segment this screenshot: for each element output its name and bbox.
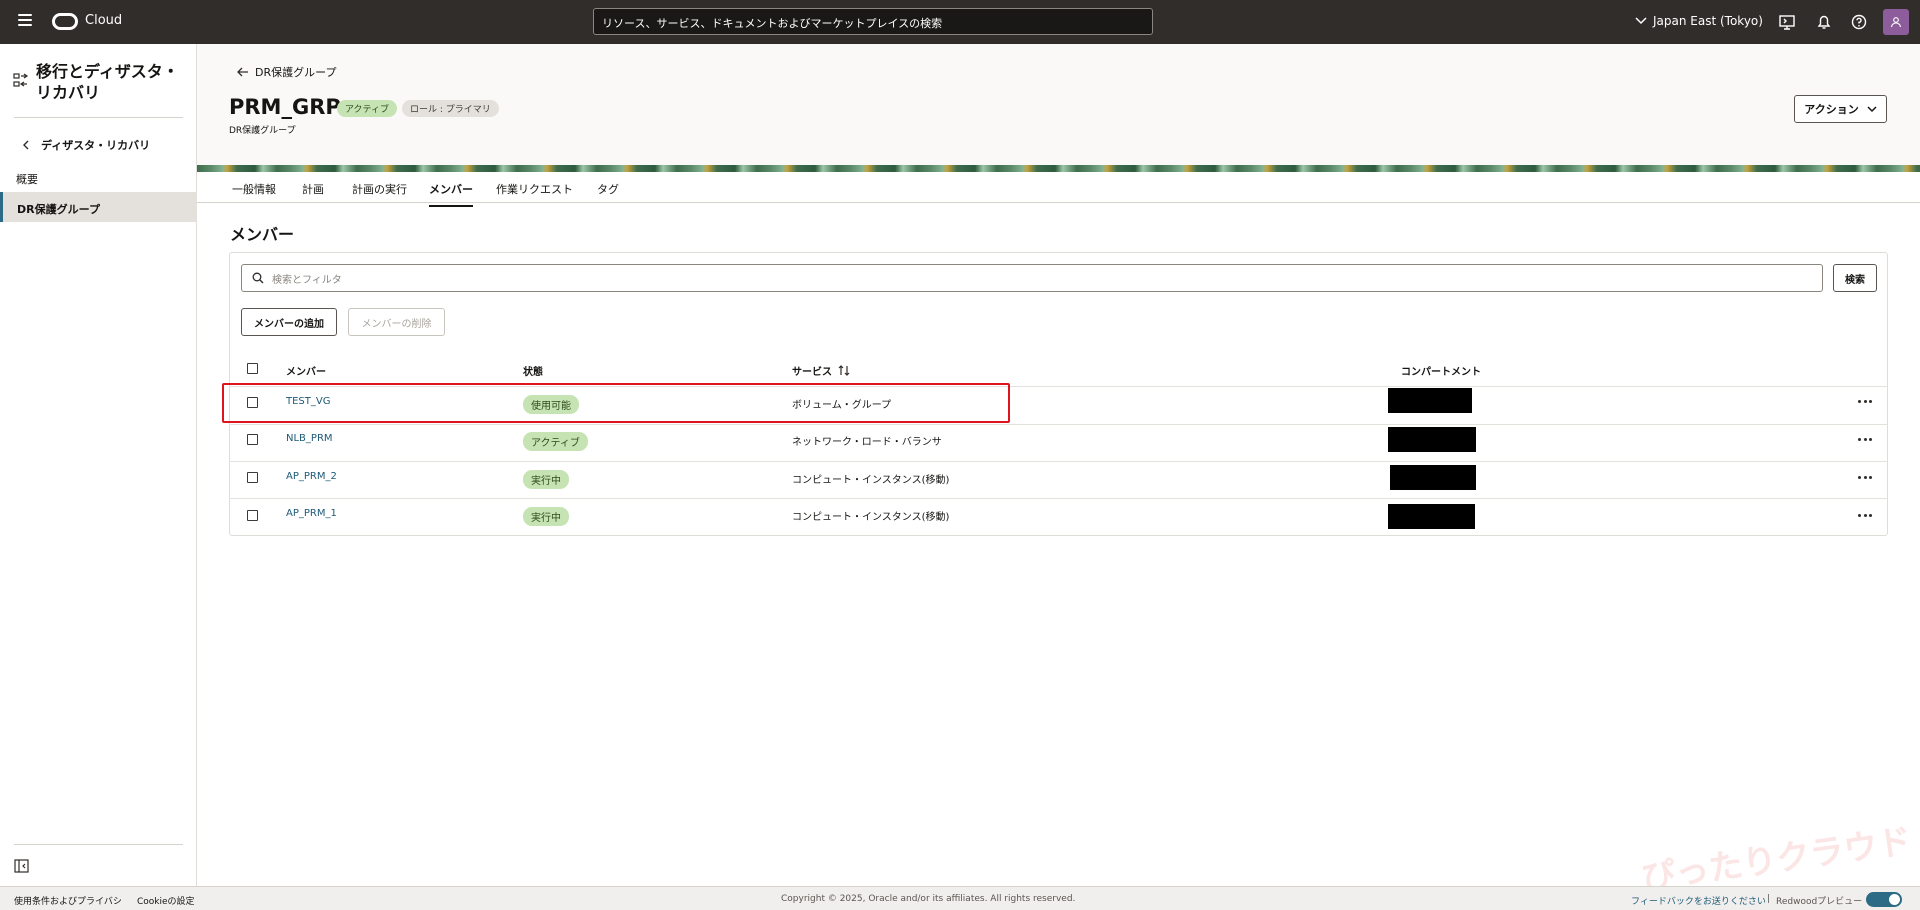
region-label: Japan East (Tokyo) [1653, 14, 1763, 28]
status-badge: 実行中 [523, 507, 569, 526]
tab-members[interactable]: メンバー [429, 181, 473, 207]
brand-label[interactable]: Cloud [85, 13, 122, 28]
column-header-compartment: コンパートメント [1401, 367, 1481, 378]
tab-plans[interactable]: 計画 [302, 181, 324, 205]
status-badge: 実行中 [523, 470, 569, 489]
row-actions-icon[interactable] [1858, 476, 1872, 480]
migration-dr-icon [13, 73, 29, 87]
select-all-checkbox[interactable] [247, 363, 258, 374]
breadcrumb-back-link[interactable]: DR保護グループ [237, 64, 336, 80]
footer: 使用条件およびプライバシ Cookieの設定 Copyright © 2025,… [0, 886, 1920, 910]
global-search-input[interactable]: リソース、サービス、ドキュメントおよびマーケットプレイスの検索 [593, 8, 1153, 35]
row-actions-icon[interactable] [1858, 514, 1872, 518]
tab-general-info[interactable]: 一般情報 [232, 181, 276, 205]
service-cell: コンピュート・インスタンス(移動) [792, 475, 950, 486]
member-link[interactable]: AP_PRM_2 [286, 471, 337, 482]
highlight-box [222, 383, 1010, 423]
search-filter-input[interactable]: 検索とフィルタ [241, 264, 1823, 292]
redwood-preview-label: Redwoodプレビュー [1776, 897, 1863, 907]
collapse-sidebar-icon[interactable] [14, 859, 29, 873]
tab-tags[interactable]: タグ [597, 181, 619, 205]
sort-icon[interactable] [838, 365, 850, 376]
role-badge: ロール : プライマリ [402, 100, 499, 117]
tab-work-requests[interactable]: 作業リクエスト [496, 181, 573, 205]
row-divider [229, 498, 1888, 499]
tab-plan-executions[interactable]: 計画の実行 [352, 181, 407, 205]
redacted-compartment [1390, 465, 1476, 490]
feedback-link[interactable]: フィードバックをお送りください [1631, 894, 1766, 907]
column-header-service[interactable]: サービス [792, 363, 850, 378]
row-checkbox[interactable] [247, 472, 258, 483]
user-icon [1890, 17, 1902, 28]
region-selector[interactable]: Japan East (Tokyo) [1635, 14, 1763, 28]
decorative-banner [197, 165, 1920, 172]
arrow-left-icon [237, 67, 248, 77]
add-member-button[interactable]: メンバーの追加 [241, 308, 337, 336]
chevron-left-icon [23, 140, 29, 150]
column-header-status: 状態 [523, 367, 543, 378]
row-checkbox[interactable] [247, 434, 258, 445]
terms-link[interactable]: 使用条件およびプライバシ [14, 894, 122, 907]
nav-back-label: ディザスタ・リカバリ [41, 139, 151, 152]
row-checkbox[interactable] [247, 510, 258, 521]
member-link[interactable]: NLB_PRM [286, 433, 333, 444]
sidebar-item-dr-protection-groups[interactable]: DR保護グループ [0, 192, 197, 222]
delete-member-button: メンバーの削除 [348, 308, 445, 336]
row-divider [229, 461, 1888, 462]
column-header-service-label: サービス [792, 367, 832, 378]
row-actions-icon[interactable] [1858, 438, 1872, 442]
copyright-text: Copyright © 2025, Oracle and/or its affi… [781, 894, 1076, 904]
service-cell: ネットワーク・ロード・バランサ [792, 437, 942, 448]
column-header-member: メンバー [286, 367, 326, 378]
row-actions-icon[interactable] [1858, 400, 1872, 404]
nav-bottom-divider [14, 844, 183, 845]
actions-button[interactable]: アクション [1794, 95, 1887, 123]
search-icon [252, 272, 264, 284]
page-header: DR保護グループ PRM_GRP アクティブ ロール : プライマリ DR保護グ… [197, 44, 1920, 167]
status-badge: アクティブ [523, 432, 588, 451]
sidebar-item-overview[interactable]: 概要 [0, 162, 197, 192]
chevron-down-icon [1867, 105, 1877, 112]
avatar[interactable] [1883, 9, 1909, 35]
tab-bar: 一般情報 計画 計画の実行 メンバー 作業リクエスト タグ [197, 172, 1920, 207]
help-icon[interactable] [1850, 13, 1868, 31]
service-cell: コンピュート・インスタンス(移動) [792, 512, 950, 523]
status-badge: アクティブ [337, 100, 398, 117]
chevron-down-icon [1635, 17, 1647, 25]
redacted-compartment [1388, 388, 1472, 413]
page-subtitle: DR保護グループ [229, 126, 296, 136]
redacted-compartment [1388, 427, 1476, 452]
cloud-shell-icon[interactable] [1778, 13, 1796, 31]
page-title: PRM_GRP [229, 95, 341, 119]
top-bar: Cloud リソース、サービス、ドキュメントおよびマーケットプレイスの検索 Ja… [0, 0, 1920, 44]
cookie-settings-link[interactable]: Cookieの設定 [137, 894, 195, 907]
footer-separator: | [1767, 894, 1771, 904]
side-navigation: 移行とディザスタ・リカバリ ディザスタ・リカバリ 概要 DR保護グループ [0, 44, 197, 886]
nav-divider [14, 117, 183, 118]
member-link[interactable]: AP_PRM_1 [286, 508, 337, 519]
redwood-preview-toggle[interactable] [1866, 892, 1902, 907]
bell-icon[interactable] [1815, 13, 1833, 31]
redacted-compartment [1388, 504, 1475, 529]
search-button[interactable]: 検索 [1833, 264, 1877, 292]
actions-label: アクション [1804, 103, 1859, 116]
hamburger-menu-icon[interactable] [18, 14, 32, 26]
row-divider [229, 424, 1888, 425]
filter-placeholder: 検索とフィルタ [272, 274, 342, 286]
nav-back-link[interactable]: ディザスタ・リカバリ [22, 137, 150, 153]
oracle-logo-icon[interactable] [52, 13, 78, 30]
section-title: メンバー [230, 225, 295, 244]
breadcrumb-label: DR保護グループ [255, 66, 337, 79]
nav-title: 移行とディザスタ・リカバリ [36, 62, 179, 102]
